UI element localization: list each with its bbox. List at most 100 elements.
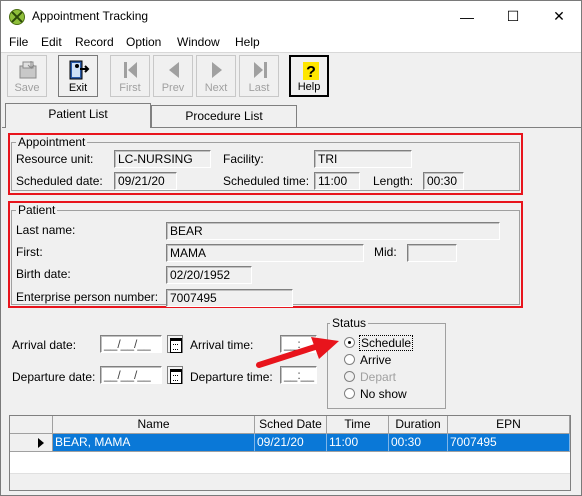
last-button[interactable]: Last	[239, 55, 279, 97]
help-label: Help	[297, 81, 321, 93]
status-group-label: Status	[330, 316, 369, 330]
birth-date-field: 02/20/1952	[166, 266, 252, 284]
tab-procedure-list[interactable]: Procedure List	[151, 105, 297, 127]
save-label: Save	[14, 82, 40, 94]
toolbar: Save Exit First Prev Next Last ? Help	[1, 52, 581, 99]
first-label: First	[119, 82, 141, 94]
grid-corner	[10, 416, 53, 434]
resource-unit-label: Resource unit:	[16, 152, 94, 166]
menu-window[interactable]: Window	[177, 35, 220, 49]
birth-date-label: Birth date:	[16, 267, 71, 281]
status-radio-label: No show	[360, 387, 407, 401]
exit-icon	[69, 60, 90, 80]
prev-button[interactable]: Prev	[153, 55, 193, 97]
epn-field: 7007495	[166, 289, 293, 307]
column-header-time[interactable]: Time	[327, 416, 389, 434]
cell-name[interactable]: BEAR, MAMA	[53, 434, 255, 452]
arrival-date-input[interactable]: __/__/__	[100, 335, 162, 353]
length-label: Length:	[373, 174, 414, 188]
exit-button[interactable]: Exit	[58, 55, 98, 97]
window-title: Appointment Tracking	[32, 9, 149, 23]
app-icon	[9, 9, 25, 25]
mid-field	[407, 244, 457, 262]
minimize-icon: —	[460, 8, 474, 25]
cell-epn[interactable]: 7007495	[448, 434, 570, 452]
title-bar: Appointment Tracking — ☐ ✕	[1, 1, 581, 32]
scheduled-time-field: 11:00	[314, 172, 360, 190]
save-icon	[19, 61, 37, 79]
close-button[interactable]: ✕	[536, 1, 582, 32]
radio-indicator	[344, 371, 355, 382]
status-radio-label: Schedule	[358, 335, 414, 351]
facility-field: TRI	[314, 150, 412, 168]
length-field: 00:30	[423, 172, 464, 190]
status-radio-arrive[interactable]: Arrive	[344, 352, 434, 368]
appointment-grid: Name Sched Date Time Duration EPN BEAR, …	[9, 415, 571, 491]
menu-option[interactable]: Option	[126, 35, 161, 49]
first-name-field: MAMA	[166, 244, 364, 262]
status-radio-schedule[interactable]: Schedule	[344, 335, 434, 351]
grid-header: Name Sched Date Time Duration EPN	[10, 416, 570, 434]
column-header-duration[interactable]: Duration	[389, 416, 448, 434]
menu-help[interactable]: Help	[235, 35, 260, 49]
facility-label: Facility:	[223, 152, 264, 166]
menu-file[interactable]: File	[9, 35, 28, 49]
arrival-time-label: Arrival time:	[190, 338, 254, 352]
departure-date-label: Departure date:	[12, 370, 96, 384]
minimize-button[interactable]: —	[444, 1, 490, 32]
departure-calendar-icon[interactable]	[167, 366, 183, 384]
first-name-label: First:	[16, 245, 43, 259]
mid-label: Mid:	[374, 245, 397, 259]
row-pointer-icon	[10, 434, 53, 452]
first-record-icon	[124, 62, 137, 78]
menu-record[interactable]: Record	[75, 35, 114, 49]
status-radio-depart: Depart	[344, 369, 434, 385]
next-button[interactable]: Next	[196, 55, 236, 97]
scheduled-time-label: Scheduled time:	[223, 174, 310, 188]
last-record-icon	[254, 62, 267, 78]
departure-date-input[interactable]: __/__/__	[100, 366, 162, 384]
svg-text:?: ?	[306, 64, 316, 81]
scheduled-date-field: 09/21/20	[114, 172, 177, 190]
last-name-field: BEAR	[166, 222, 500, 240]
status-radio-no-show[interactable]: No show	[344, 386, 434, 402]
prev-label: Prev	[161, 82, 185, 94]
app-window: Appointment Tracking — ☐ ✕ File Edit Rec…	[0, 0, 582, 496]
last-label: Last	[248, 82, 270, 94]
column-header-sched-date[interactable]: Sched Date	[255, 416, 327, 434]
maximize-icon: ☐	[506, 8, 520, 24]
tab-procedure-list-label: Procedure List	[185, 109, 263, 123]
help-icon: ?	[303, 62, 319, 81]
last-name-label: Last name:	[16, 223, 76, 237]
close-icon: ✕	[553, 8, 565, 24]
arrival-calendar-icon[interactable]	[167, 335, 183, 353]
tab-patient-list-label: Patient List	[48, 107, 108, 121]
radio-indicator	[344, 388, 355, 399]
arrival-date-label: Arrival date:	[12, 338, 77, 352]
radio-indicator	[344, 354, 355, 365]
table-row[interactable]: BEAR, MAMA 09/21/20 11:00 00:30 7007495	[10, 434, 570, 452]
tab-patient-list[interactable]: Patient List	[5, 103, 151, 128]
cell-sched-date[interactable]: 09/21/20	[255, 434, 327, 452]
horizontal-scrollbar[interactable]	[10, 473, 570, 490]
help-button[interactable]: ? Help	[289, 55, 329, 97]
menu-edit[interactable]: Edit	[41, 35, 62, 49]
status-radio-label: Arrive	[360, 353, 392, 367]
radio-indicator	[344, 337, 355, 348]
next-record-icon	[212, 62, 222, 78]
first-button[interactable]: First	[110, 55, 150, 97]
status-radio-label: Depart	[360, 370, 397, 384]
save-button[interactable]: Save	[7, 55, 47, 97]
resource-unit-field: LC-NURSING	[114, 150, 211, 168]
column-header-epn[interactable]: EPN	[448, 416, 570, 434]
next-label: Next	[204, 82, 228, 94]
cell-duration[interactable]: 00:30	[389, 434, 448, 452]
column-header-name[interactable]: Name	[53, 416, 255, 434]
exit-label: Exit	[68, 82, 88, 94]
prev-record-icon	[169, 62, 179, 78]
annotation-arrow	[256, 337, 339, 368]
scheduled-date-label: Scheduled date:	[16, 174, 103, 188]
cell-time[interactable]: 11:00	[327, 434, 389, 452]
menu-bar: File Edit Record Option Window Help	[1, 32, 581, 52]
maximize-button[interactable]: ☐	[490, 1, 536, 32]
